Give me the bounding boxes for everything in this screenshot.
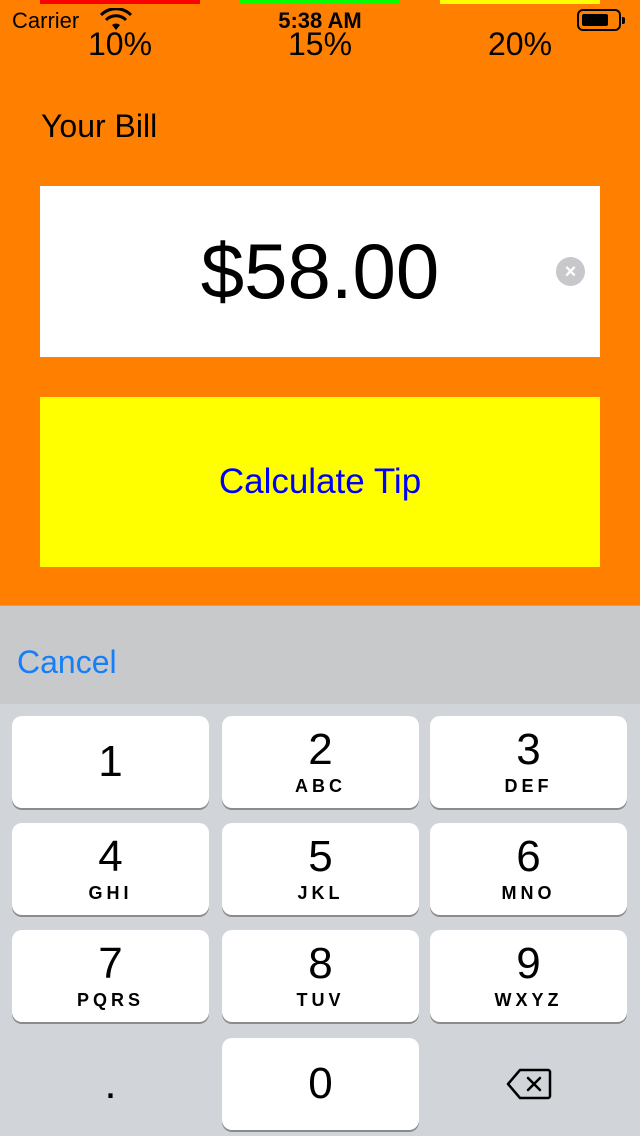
backspace-icon	[506, 1068, 551, 1100]
tip-20-color-bar	[440, 0, 600, 4]
key-digit: 3	[516, 725, 541, 774]
key-letters: TUV	[296, 990, 345, 1010]
tip-option-10[interactable]: 10%	[40, 26, 200, 63]
key-letters: GHI	[88, 883, 133, 903]
cancel-button[interactable]: Cancel	[17, 644, 117, 681]
calculate-tip-button[interactable]: Calculate Tip	[40, 397, 600, 567]
tip-10-color-bar	[40, 0, 200, 4]
key-digit: 9	[516, 939, 541, 988]
key-letters: DEF	[504, 776, 553, 796]
key-letters: WXYZ	[494, 990, 563, 1010]
tip-option-20[interactable]: 20%	[440, 26, 600, 63]
key-6[interactable]: 6 MNO	[430, 823, 627, 915]
key-0[interactable]: 0	[222, 1038, 419, 1130]
key-7[interactable]: 7 PQRS	[12, 930, 209, 1022]
number-keypad: 1 2 ABC 3 DEF 4 GHI 5 JKL 6 MNO 7 PQRS 8…	[0, 704, 640, 1136]
delete-key[interactable]	[430, 1038, 627, 1130]
key-digit: 6	[516, 832, 541, 881]
tip-15-color-bar	[240, 0, 400, 4]
key-letters: MNO	[501, 883, 556, 903]
key-9[interactable]: 9 WXYZ	[430, 930, 627, 1022]
key-digit: 4	[98, 832, 123, 881]
key-letters: JKL	[297, 883, 344, 903]
key-digit: 2	[308, 725, 333, 774]
key-3[interactable]: 3 DEF	[430, 716, 627, 808]
bill-input[interactable]: $58.00 ×	[40, 186, 600, 357]
bill-input-value: $58.00	[200, 227, 440, 315]
key-decimal[interactable]: .	[12, 1038, 209, 1130]
key-letters: PQRS	[76, 990, 144, 1010]
key-2[interactable]: 2 ABC	[222, 716, 419, 808]
key-4[interactable]: 4 GHI	[12, 823, 209, 915]
key-8[interactable]: 8 TUV	[222, 930, 419, 1022]
key-5[interactable]: 5 JKL	[222, 823, 419, 915]
key-digit: 1	[98, 737, 123, 786]
key-digit: 0	[308, 1059, 333, 1108]
tip-option-15[interactable]: 15%	[240, 26, 400, 63]
key-digit: 7	[98, 939, 123, 988]
key-digit: 8	[308, 939, 333, 988]
keyboard-toolbar: Cancel	[0, 605, 640, 704]
key-digit: 5	[308, 832, 333, 881]
clear-text-icon[interactable]: ×	[556, 257, 585, 286]
key-1[interactable]: 1	[12, 716, 209, 808]
key-letters: ABC	[295, 776, 346, 796]
bill-label: Your Bill	[41, 108, 158, 144]
